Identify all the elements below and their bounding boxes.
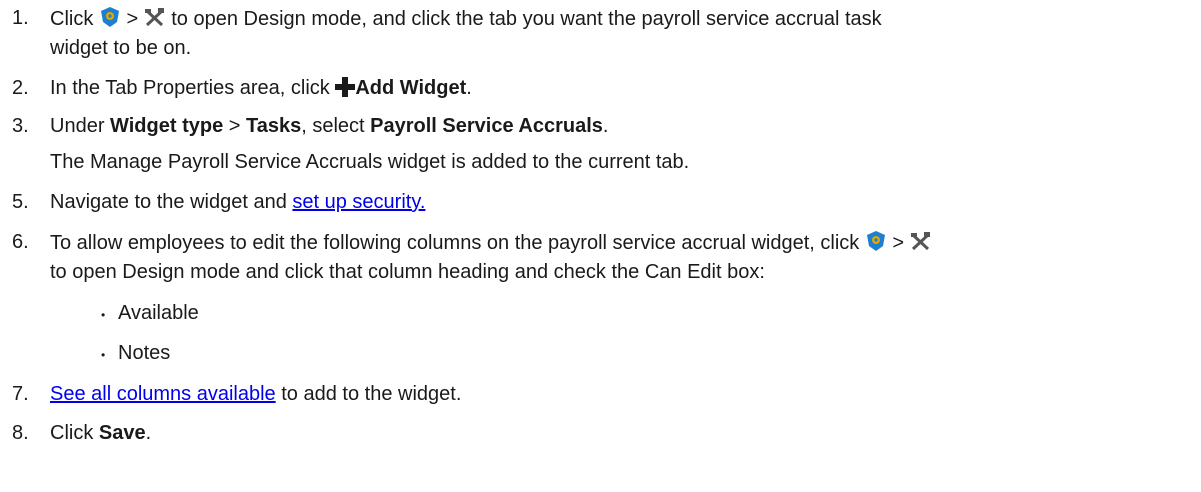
widget-type-label: Widget type (110, 115, 224, 137)
tasks-label: Tasks (245, 115, 302, 137)
save-label: Save (98, 422, 146, 444)
step-number: 7. (12, 383, 29, 405)
bullet-icon: • (101, 348, 106, 362)
step-separator: > (120, 8, 144, 30)
step-text: to open Design mode, and click the tab y… (165, 8, 882, 30)
step-number: 3. (12, 115, 29, 137)
bullet-icon: • (101, 308, 106, 322)
plus-icon (335, 77, 356, 103)
step-number: 8. (12, 422, 29, 444)
instruction-steps: 1. Click > to open Design mode, and clic… (0, 0, 1201, 492)
step-text: Click (50, 8, 99, 30)
design-tools-icon (144, 8, 166, 34)
set-up-security-link[interactable]: set up security. (292, 191, 425, 213)
payroll-service-accruals-label: Payroll Service Accruals (370, 115, 603, 137)
settings-shield-icon (99, 6, 121, 34)
see-all-columns-link[interactable]: See all columns available (50, 383, 276, 405)
step-text: widget to be on. (50, 37, 192, 59)
step-number: 6. (12, 231, 29, 253)
column-name: Available (118, 302, 199, 324)
add-widget-label: Add Widget (355, 77, 467, 99)
step-number: 1. (12, 7, 29, 29)
step-number: 5. (12, 191, 29, 213)
settings-shield-icon (865, 230, 887, 258)
step-number: 2. (12, 77, 29, 99)
step-text: In the Tab Properties area, click (50, 77, 336, 99)
column-name: Notes (118, 342, 171, 364)
design-tools-icon (910, 232, 932, 258)
